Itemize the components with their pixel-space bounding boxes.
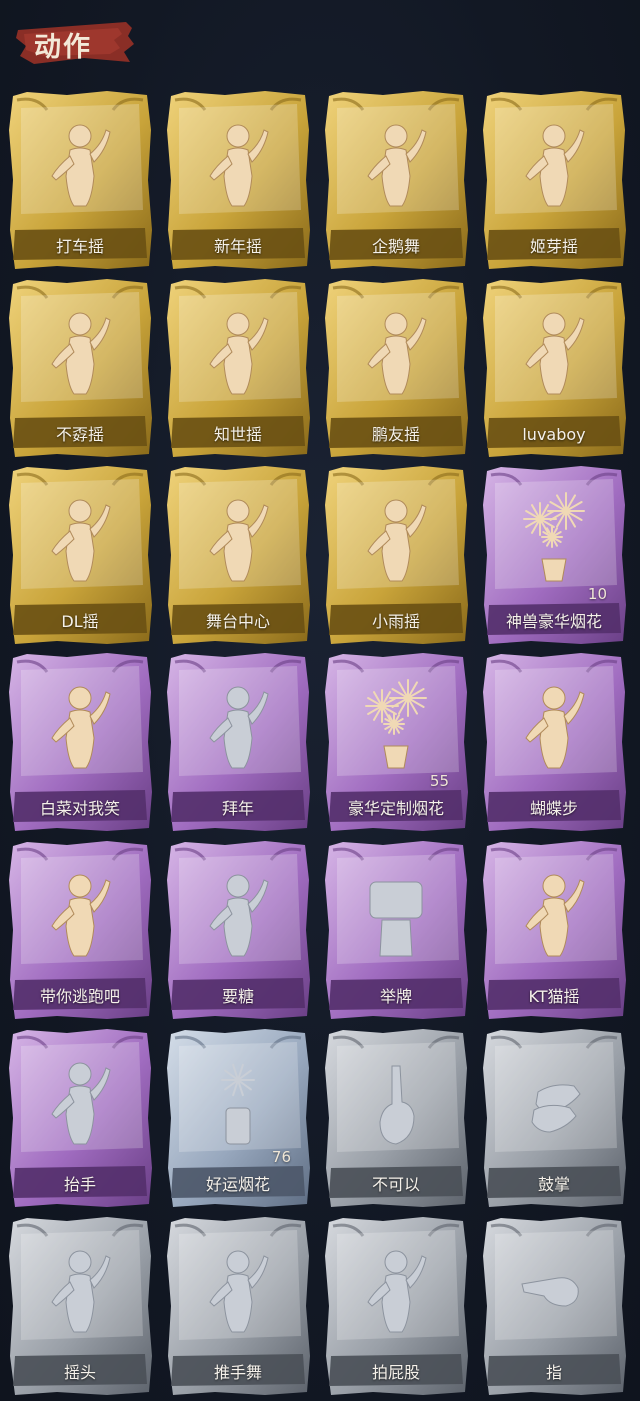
- dance-figure-icon: [209, 874, 269, 957]
- action-card[interactable]: KT猫摇: [481, 840, 627, 1020]
- action-label: DL摇: [61, 612, 99, 631]
- action-card[interactable]: 蝴蝶步: [481, 652, 627, 832]
- action-card[interactable]: 举牌: [323, 840, 469, 1020]
- action-label: 白菜对我笑: [39, 799, 120, 818]
- action-card[interactable]: 要糖: [165, 840, 311, 1020]
- action-card[interactable]: 白菜对我笑: [7, 652, 153, 832]
- dance-figure-icon: [525, 312, 585, 395]
- dance-figure-icon: [209, 1250, 269, 1333]
- action-label: 不孬摇: [55, 425, 104, 444]
- dance-figure-icon: [51, 874, 111, 957]
- action-card[interactable]: 不可以: [323, 1028, 469, 1208]
- action-label: 拍屁股: [371, 1363, 420, 1382]
- action-label: 鹏友摇: [371, 425, 420, 444]
- action-label: 要糖: [221, 987, 254, 1006]
- action-card[interactable]: 55 豪华定制烟花: [323, 652, 469, 832]
- dance-figure-icon: [367, 1250, 427, 1333]
- dance-figure-icon: [367, 312, 427, 395]
- action-card[interactable]: 拜年: [165, 652, 311, 832]
- action-card[interactable]: 鼓掌: [481, 1028, 627, 1208]
- action-label: 指: [545, 1363, 562, 1382]
- action-card[interactable]: 打车摇: [7, 90, 153, 270]
- fireworks-icon: [523, 492, 585, 582]
- action-label: 神兽豪华烟花: [505, 612, 602, 631]
- item-count: 76: [271, 1148, 291, 1166]
- action-card[interactable]: 新年摇: [165, 90, 311, 270]
- action-label: KT猫摇: [528, 987, 580, 1006]
- action-label: 打车摇: [55, 237, 104, 256]
- dance-figure-icon: [209, 124, 269, 207]
- action-card[interactable]: luvaboy: [481, 278, 627, 458]
- dance-figure-icon: [525, 874, 585, 957]
- dance-figure-icon: [367, 499, 427, 582]
- actions-panel: 动作 打车摇 新年摇 企鹅舞 姬芽摇 不孬摇 知世摇 鹏友摇 luvaboy DL摇 舞台中心 小雨…: [0, 0, 640, 1401]
- pointing-hand-icon: [521, 1277, 579, 1307]
- action-card[interactable]: 拍屁股: [323, 1216, 469, 1396]
- dance-figure-icon: [51, 124, 111, 207]
- action-card[interactable]: 企鹅舞: [323, 90, 469, 270]
- action-card[interactable]: 摇头: [7, 1216, 153, 1396]
- action-label: 姬芽摇: [529, 237, 578, 256]
- action-card[interactable]: 推手舞: [165, 1216, 311, 1396]
- action-card[interactable]: 指: [481, 1216, 627, 1396]
- action-label: 举牌: [379, 987, 412, 1006]
- action-label: 小雨摇: [371, 612, 420, 631]
- action-label: 蝴蝶步: [529, 799, 578, 818]
- action-card[interactable]: 知世摇: [165, 278, 311, 458]
- item-count: 55: [429, 772, 449, 790]
- dance-figure-icon: [51, 1062, 111, 1145]
- action-label: 鼓掌: [537, 1175, 570, 1194]
- action-label: 舞台中心: [205, 612, 270, 631]
- action-label: 豪华定制烟花: [347, 799, 444, 818]
- dance-figure-icon: [209, 686, 269, 769]
- action-label: 不可以: [371, 1175, 420, 1194]
- firework-can-icon: [221, 1063, 255, 1145]
- action-label: 好运烟花: [205, 1175, 270, 1194]
- dance-figure-icon: [51, 1250, 111, 1333]
- action-card[interactable]: 不孬摇: [7, 278, 153, 458]
- action-card[interactable]: 76 好运烟花: [165, 1028, 311, 1208]
- action-card[interactable]: 鹏友摇: [323, 278, 469, 458]
- clap-hands-icon: [531, 1084, 581, 1133]
- fireworks-icon: [365, 679, 427, 769]
- dance-figure-icon: [51, 312, 111, 395]
- action-label: 抬手: [63, 1175, 96, 1194]
- action-label: luvaboy: [522, 425, 586, 444]
- action-label: 摇头: [63, 1363, 96, 1382]
- action-label: 拜年: [221, 799, 254, 818]
- dance-figure-icon: [525, 124, 585, 207]
- action-card[interactable]: 舞台中心: [165, 465, 311, 645]
- dance-figure-icon: [209, 312, 269, 395]
- action-card[interactable]: 10 神兽豪华烟花: [481, 465, 627, 645]
- action-card[interactable]: 抬手: [7, 1028, 153, 1208]
- dance-figure-icon: [51, 686, 111, 769]
- dance-figure-icon: [525, 686, 585, 769]
- finger-wag-icon: [379, 1065, 415, 1145]
- action-grid: 打车摇 新年摇 企鹅舞 姬芽摇不孬摇 知世摇 鹏友摇 luvaboy DL摇 舞台中心 小雨摇 10…: [0, 0, 640, 1401]
- action-label: 知世摇: [213, 425, 262, 444]
- action-label: 带你逃跑吧: [39, 987, 120, 1006]
- dance-figure-icon: [209, 499, 269, 582]
- action-label: 推手舞: [213, 1363, 262, 1382]
- action-card[interactable]: 带你逃跑吧: [7, 840, 153, 1020]
- action-card[interactable]: 小雨摇: [323, 465, 469, 645]
- dance-figure-icon: [367, 124, 427, 207]
- action-label: 企鹅舞: [371, 237, 420, 256]
- action-card[interactable]: DL摇: [7, 465, 153, 645]
- dance-figure-icon: [51, 499, 111, 582]
- action-label: 新年摇: [213, 237, 262, 256]
- item-count: 10: [587, 585, 607, 603]
- action-card[interactable]: 姬芽摇: [481, 90, 627, 270]
- sign-holding-icon: [369, 881, 423, 957]
